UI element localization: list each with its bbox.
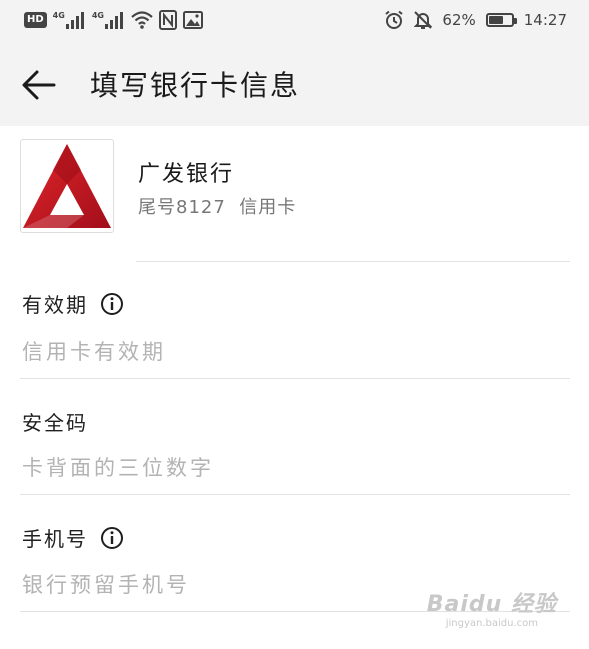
card-tail-info: 尾号8127 信用卡 [138, 197, 297, 218]
network-type-2: 4G [91, 11, 104, 20]
bank-name: 广发银行 [138, 162, 235, 187]
battery-level-fill [488, 16, 503, 24]
info-icon[interactable] [100, 526, 124, 550]
hd-badge: HD [24, 12, 47, 28]
watermark-sub: jingyan.baidu.com [445, 618, 539, 629]
page-title: 填写银行卡信息 [90, 69, 301, 102]
battery-percent: 62% [442, 11, 476, 29]
gdb-logo-icon [23, 144, 111, 228]
battery-icon [485, 13, 517, 27]
divider [136, 261, 570, 262]
signal-bars-icon [65, 12, 84, 29]
status-right: 62% 14:27 [384, 8, 567, 32]
bell-off-icon [414, 11, 433, 29]
cvv-label-text: 安全码 [22, 411, 88, 435]
signal-2: 4G [92, 11, 125, 29]
expiry-label: 有效期 [22, 289, 124, 318]
nfc-icon [158, 10, 177, 30]
signal-1: 4G [53, 11, 86, 29]
expiry-input[interactable] [22, 335, 562, 369]
status-bar: HD 4G 4G 62% 14:27 [0, 0, 589, 42]
watermark-main: Baidu 经验 [426, 592, 557, 617]
wifi-icon [131, 11, 153, 29]
divider [20, 378, 570, 379]
cvv-label: 安全码 [22, 407, 88, 436]
phone-label: 手机号 [22, 523, 124, 552]
back-arrow-icon[interactable] [20, 66, 58, 104]
network-type-1: 4G [52, 11, 65, 20]
phone-label-text: 手机号 [22, 527, 88, 551]
expiry-label-text: 有效期 [22, 293, 88, 317]
status-left: HD 4G 4G [24, 8, 203, 32]
info-icon[interactable] [100, 292, 124, 316]
bank-logo [20, 139, 114, 233]
divider [20, 494, 570, 495]
clock: 14:27 [523, 11, 567, 29]
app-header: 填写银行卡信息 [0, 42, 589, 126]
alarm-icon [385, 10, 404, 29]
image-icon [182, 11, 203, 29]
cvv-input[interactable] [22, 451, 562, 485]
signal-bars-icon [104, 12, 123, 29]
watermark: Baidu 经验 jingyan.baidu.com [427, 586, 557, 629]
